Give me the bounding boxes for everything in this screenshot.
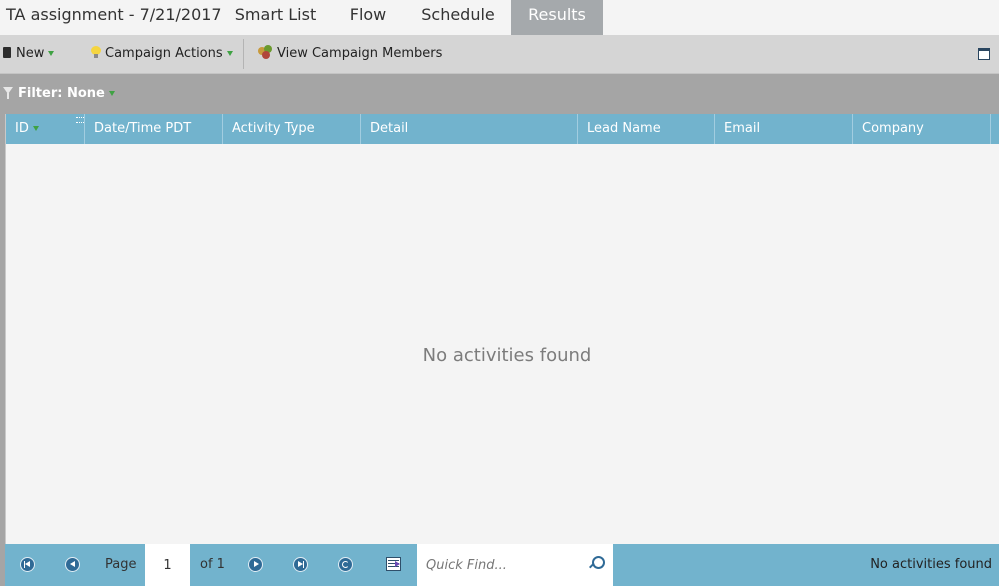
grid-header: ID Date/Time PDT Activity Type Detail Le… — [6, 114, 999, 144]
refresh-icon[interactable] — [338, 557, 353, 572]
status-text: No activities found — [870, 557, 992, 572]
quick-find — [417, 544, 613, 586]
column-header-label: Detail — [370, 121, 409, 136]
search-icon[interactable] — [588, 556, 605, 572]
chevron-down-icon — [48, 51, 55, 56]
column-header-label: Date/Time PDT — [94, 121, 192, 136]
quick-find-input[interactable] — [417, 544, 577, 586]
campaign-actions-label: Campaign Actions — [105, 46, 223, 61]
lightbulb-icon — [91, 45, 101, 58]
next-page-icon[interactable] — [248, 557, 263, 572]
chevron-down-icon — [108, 91, 115, 96]
campaign-actions-button[interactable]: Campaign Actions — [91, 35, 233, 73]
column-header-label: Email — [724, 121, 761, 136]
column-header-email[interactable]: Email — [715, 114, 853, 144]
chevron-down-icon — [226, 51, 233, 56]
funnel-icon — [3, 87, 14, 99]
column-header-label: ID — [15, 121, 29, 136]
column-header-id[interactable]: ID — [6, 114, 85, 144]
tab-smart-list[interactable]: Smart List — [229, 0, 322, 35]
page-label: Page — [105, 557, 137, 572]
tab-bar: TA assignment - 7/21/2017 Smart List Flo… — [0, 0, 999, 35]
column-header-label: Lead Name — [587, 121, 661, 136]
filter-button[interactable]: Filter: None — [3, 74, 115, 114]
column-header-label: Activity Type — [232, 121, 315, 136]
export-icon[interactable] — [386, 557, 401, 571]
column-header-activity-type[interactable]: Activity Type — [223, 114, 361, 144]
first-page-icon[interactable] — [20, 557, 35, 572]
column-header-detail[interactable]: Detail — [361, 114, 578, 144]
filter-bar: Filter: None — [0, 74, 999, 114]
column-header-company[interactable]: Company — [853, 114, 991, 144]
view-campaign-members-label: View Campaign Members — [277, 46, 443, 61]
toolbar: New Campaign Actions View Campaign Membe… — [0, 35, 999, 74]
tab-flow[interactable]: Flow — [339, 0, 397, 35]
maximize-icon[interactable] — [978, 48, 990, 60]
activity-grid: ID Date/Time PDT Activity Type Detail Le… — [5, 114, 999, 544]
last-page-icon[interactable] — [293, 557, 308, 572]
page-title: TA assignment - 7/21/2017 — [6, 5, 222, 24]
new-button-label: New — [16, 46, 45, 61]
page-count-label: of 1 — [200, 557, 225, 572]
column-header-label: Company — [862, 121, 924, 136]
sort-caret-icon — [32, 126, 39, 131]
view-campaign-members-button[interactable]: View Campaign Members — [258, 35, 442, 73]
column-header-datetime[interactable]: Date/Time PDT — [85, 114, 223, 144]
filter-label: Filter: None — [18, 86, 105, 101]
column-header-lead-name[interactable]: Lead Name — [578, 114, 715, 144]
new-icon — [3, 47, 11, 58]
page-number-input[interactable] — [145, 544, 190, 586]
new-button[interactable]: New — [3, 35, 55, 73]
column-resize-grip-icon[interactable] — [76, 117, 84, 123]
empty-state-message: No activities found — [422, 345, 592, 366]
previous-page-icon[interactable] — [65, 557, 80, 572]
tab-schedule[interactable]: Schedule — [415, 0, 501, 35]
pagination-bar: Page of 1 No activities found — [5, 544, 999, 586]
toolbar-divider — [243, 39, 244, 69]
tab-results[interactable]: Results — [511, 0, 603, 35]
members-icon — [258, 44, 275, 59]
